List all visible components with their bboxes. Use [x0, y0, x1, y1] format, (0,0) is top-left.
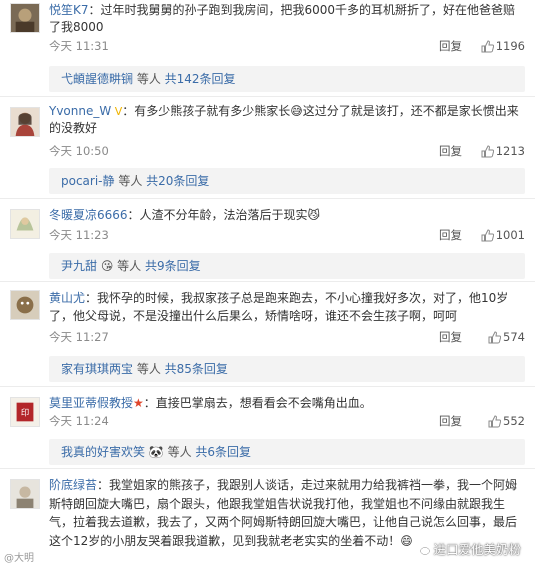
- timestamp: 今天 10:50: [49, 144, 109, 158]
- reply-button[interactable]: 回复: [439, 329, 462, 345]
- sub-reply-users[interactable]: 我真的好害欢笑: [61, 445, 145, 459]
- like-button[interactable]: 552: [488, 413, 525, 429]
- username-link[interactable]: Yvonne_W: [49, 104, 111, 118]
- comment-body: ：我堂姐家的熊孩子，我跟别人谈话，走过来就用力给我裤裆一拳，我一个阿姆斯特朗回旋…: [49, 478, 518, 548]
- panda-icon: 🐼: [145, 445, 164, 459]
- verified-icon: V: [111, 105, 123, 118]
- sub-reply-users[interactable]: 尹九甜: [61, 259, 97, 273]
- timestamp: 今天 11:31: [49, 39, 109, 53]
- wechat-icon: [414, 543, 431, 555]
- comment-text: 冬暖夏凉6666：人渣不分年龄，法治落后于现实😼: [49, 207, 525, 224]
- reply-button[interactable]: 回复: [439, 143, 462, 159]
- sub-reply-count[interactable]: 共85条回复: [165, 362, 228, 376]
- sub-replies-bar[interactable]: pocari-静 等人 共20条回复: [49, 168, 525, 194]
- star-badge-icon: ★: [133, 396, 144, 410]
- comment-3: 冬暖夏凉6666：人渣不分年龄，法治落后于现实😼 今天 11:23 回复 100…: [0, 199, 535, 279]
- username-link[interactable]: 黄山尤: [49, 291, 85, 305]
- sub-reply-mid: 等人: [133, 72, 165, 86]
- username-link[interactable]: 阶底绿苔: [49, 478, 97, 492]
- sub-reply-users[interactable]: 家有琪琪两宝: [61, 362, 133, 376]
- sub-replies-bar[interactable]: 弋頔謃德畊锎 等人 共142条回复: [49, 66, 525, 92]
- like-button[interactable]: 574: [488, 329, 525, 345]
- timestamp: 今天 11:23: [49, 228, 109, 242]
- like-button[interactable]: 1213: [481, 143, 525, 159]
- comment-meta: 今天 11:31 回复 1196: [49, 38, 525, 54]
- watermark-right-text: 进口爱他美奶粉: [433, 542, 521, 557]
- sub-reply-mid: 等人: [133, 362, 165, 376]
- comment-body: ：过年时我舅舅的孙子跑到我房间，把我6000千多的耳机掰折了，好在他爸爸赔了我8…: [49, 3, 516, 34]
- comment-5: 印 莫里亚蒂假教授★：直接巴掌扇去，想看看会不会嘴角出血。 今天 11:24 回…: [0, 387, 535, 467]
- avatar[interactable]: [10, 479, 40, 509]
- thumbs-up-icon: [481, 229, 494, 242]
- thumbs-up-icon: [488, 415, 502, 428]
- avatar[interactable]: [10, 290, 40, 320]
- sub-reply-mid: 等人: [114, 174, 147, 188]
- comment-meta: 今天 11:27 回复 574: [49, 329, 525, 345]
- thumbs-up-icon: [481, 40, 494, 53]
- comment-text: 黄山尤：我怀孕的时候，我叔家孩子总是跑来跑去，不小心撞我好多次，对了，他10岁了…: [49, 289, 525, 325]
- comment-2: Yvonne_W V：有多少熊孩子就有多少熊家长😅这过分了就是该打，还不都是家长…: [0, 97, 535, 195]
- comment-meta: 今天 11:24 回复 552: [49, 413, 525, 429]
- like-count: 1001: [495, 228, 525, 242]
- comment-body: ：我怀孕的时候，我叔家孩子总是跑来跑去，不小心撞我好多次，对了，他10岁了，他父…: [49, 291, 509, 323]
- sub-replies-bar[interactable]: 尹九甜 😘 等人 共9条回复: [49, 253, 525, 279]
- avatar[interactable]: [10, 107, 40, 137]
- comment-meta: 今天 10:50 回复 1213: [49, 143, 525, 159]
- like-button[interactable]: 1001: [481, 227, 525, 243]
- comment-text: 莫里亚蒂假教授★：直接巴掌扇去，想看看会不会嘴角出血。: [49, 395, 525, 412]
- watermark-left: @大明: [4, 553, 34, 564]
- avatar[interactable]: [10, 209, 40, 239]
- username-link[interactable]: 莫里亚蒂假教授: [49, 396, 133, 410]
- comment-body: ：人渣不分年龄，法治落后于现实😼: [127, 208, 321, 222]
- sub-replies-bar[interactable]: 我真的好害欢笑 🐼 等人 共6条回复: [49, 439, 525, 465]
- smile-face-icon: 😘: [97, 259, 114, 273]
- like-count: 552: [503, 414, 525, 428]
- thumbs-up-icon: [488, 331, 502, 344]
- sub-reply-count[interactable]: 共6条回复: [195, 445, 251, 459]
- comment-body: ：直接巴掌扇去，想看看会不会嘴角出血。: [143, 396, 372, 410]
- like-count: 1196: [495, 39, 525, 53]
- watermark-right: 进口爱他美奶粉: [414, 539, 521, 558]
- like-count: 574: [503, 330, 525, 344]
- reply-button[interactable]: 回复: [439, 38, 462, 54]
- svg-text:印: 印: [21, 408, 29, 418]
- like-count: 1213: [495, 144, 525, 158]
- sub-reply-count[interactable]: 共20条回复: [146, 174, 209, 188]
- comment-4: 黄山尤：我怀孕的时候，我叔家孩子总是跑来跑去，不小心撞我好多次，对了，他10岁了…: [0, 282, 535, 387]
- reply-button[interactable]: 回复: [439, 413, 462, 429]
- thumbs-up-icon: [481, 145, 494, 158]
- sub-reply-users[interactable]: pocari-静: [61, 174, 115, 188]
- avatar[interactable]: [10, 3, 40, 33]
- sub-reply-count[interactable]: 共9条回复: [145, 259, 201, 273]
- like-button[interactable]: 1196: [481, 38, 525, 54]
- sub-reply-mid: 等人: [113, 259, 145, 273]
- username-link[interactable]: 悦笙K7: [49, 3, 89, 17]
- timestamp: 今天 11:24: [49, 414, 109, 428]
- reply-button[interactable]: 回复: [439, 227, 462, 243]
- username-link[interactable]: 冬暖夏凉6666: [49, 208, 128, 222]
- comment-text: Yvonne_W V：有多少熊孩子就有多少熊家长😅这过分了就是该打，还不都是家长…: [49, 103, 525, 137]
- comment-1: 悦笙K7：过年时我舅舅的孙子跑到我房间，把我6000千多的耳机掰折了，好在他爸爸…: [0, 0, 535, 96]
- sub-replies-bar[interactable]: 家有琪琪两宝 等人 共85条回复: [49, 356, 525, 382]
- sub-reply-users[interactable]: 弋頔謃德畊锎: [61, 72, 133, 86]
- timestamp: 今天 11:27: [49, 330, 109, 344]
- sub-reply-mid: 等人: [163, 445, 196, 459]
- avatar[interactable]: 印: [10, 397, 40, 427]
- comment-meta: 今天 11:23 回复 1001: [49, 227, 525, 243]
- comment-text: 悦笙K7：过年时我舅舅的孙子跑到我房间，把我6000千多的耳机掰折了，好在他爸爸…: [49, 2, 525, 36]
- sub-reply-count[interactable]: 共142条回复: [165, 72, 236, 86]
